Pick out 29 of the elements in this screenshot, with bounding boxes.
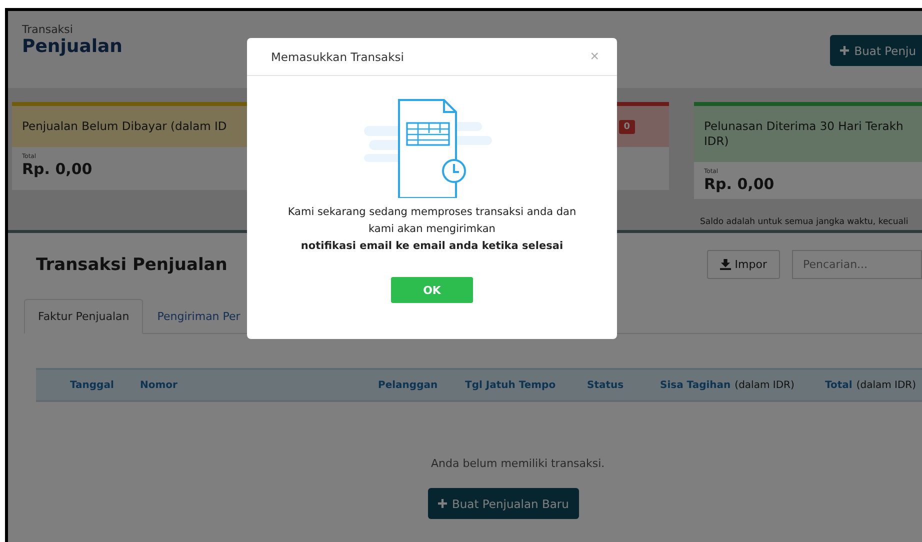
create-sale-button[interactable]: Buat Penju (830, 35, 922, 66)
count-badge: 0 (618, 120, 635, 134)
search-field[interactable]: Pencarian... (792, 250, 922, 279)
tab[interactable]: Faktur Penjualan (24, 299, 144, 334)
plus-icon (840, 46, 850, 55)
column-header: Total (dalam IDR) (825, 380, 918, 390)
new-sale-button[interactable]: Buat Penjualan Baru (428, 488, 579, 519)
total-amount: Rp. 0,00 (22, 160, 94, 178)
close-button[interactable]: × (590, 48, 599, 65)
column-header: Tanggal (70, 380, 115, 390)
column-header: Tgl Jatuh Tempo (465, 380, 557, 390)
total-amount: Rp. 0,00 (704, 175, 776, 193)
breadcrumb: Transaksi (22, 23, 74, 36)
card-title: Penjualan Belum Dibayar (dalam ID (22, 119, 227, 134)
column-header: Nomor (140, 380, 178, 390)
import-button[interactable]: Impor (706, 250, 780, 279)
plus-icon (438, 499, 447, 508)
column-header: Status (587, 380, 625, 390)
dialog-message: Kami sekarang sedang memproses transaksi anda dan kami akan mengirimkan notifikasi email ke email anda ketika selesai (288, 205, 576, 254)
balance-note: Saldo adalah untuk semua jangka waktu, kecuali (700, 217, 908, 227)
empty-message: Anda belum memiliki transaksi. (431, 457, 605, 470)
page-title: Penjualan (22, 36, 122, 57)
column-header: Pelanggan (378, 380, 439, 390)
column-header: Sisa Tagihan (dalam IDR) (660, 380, 796, 390)
ok-button[interactable]: OK (391, 277, 473, 303)
section-title: Transaksi Penjualan (36, 254, 228, 274)
card-title: Pelunasan Diterima 30 Hari Terakh IDR) (704, 119, 904, 149)
download-icon (720, 259, 731, 270)
dialog-title: Memasukkan Transaksi (271, 50, 404, 64)
